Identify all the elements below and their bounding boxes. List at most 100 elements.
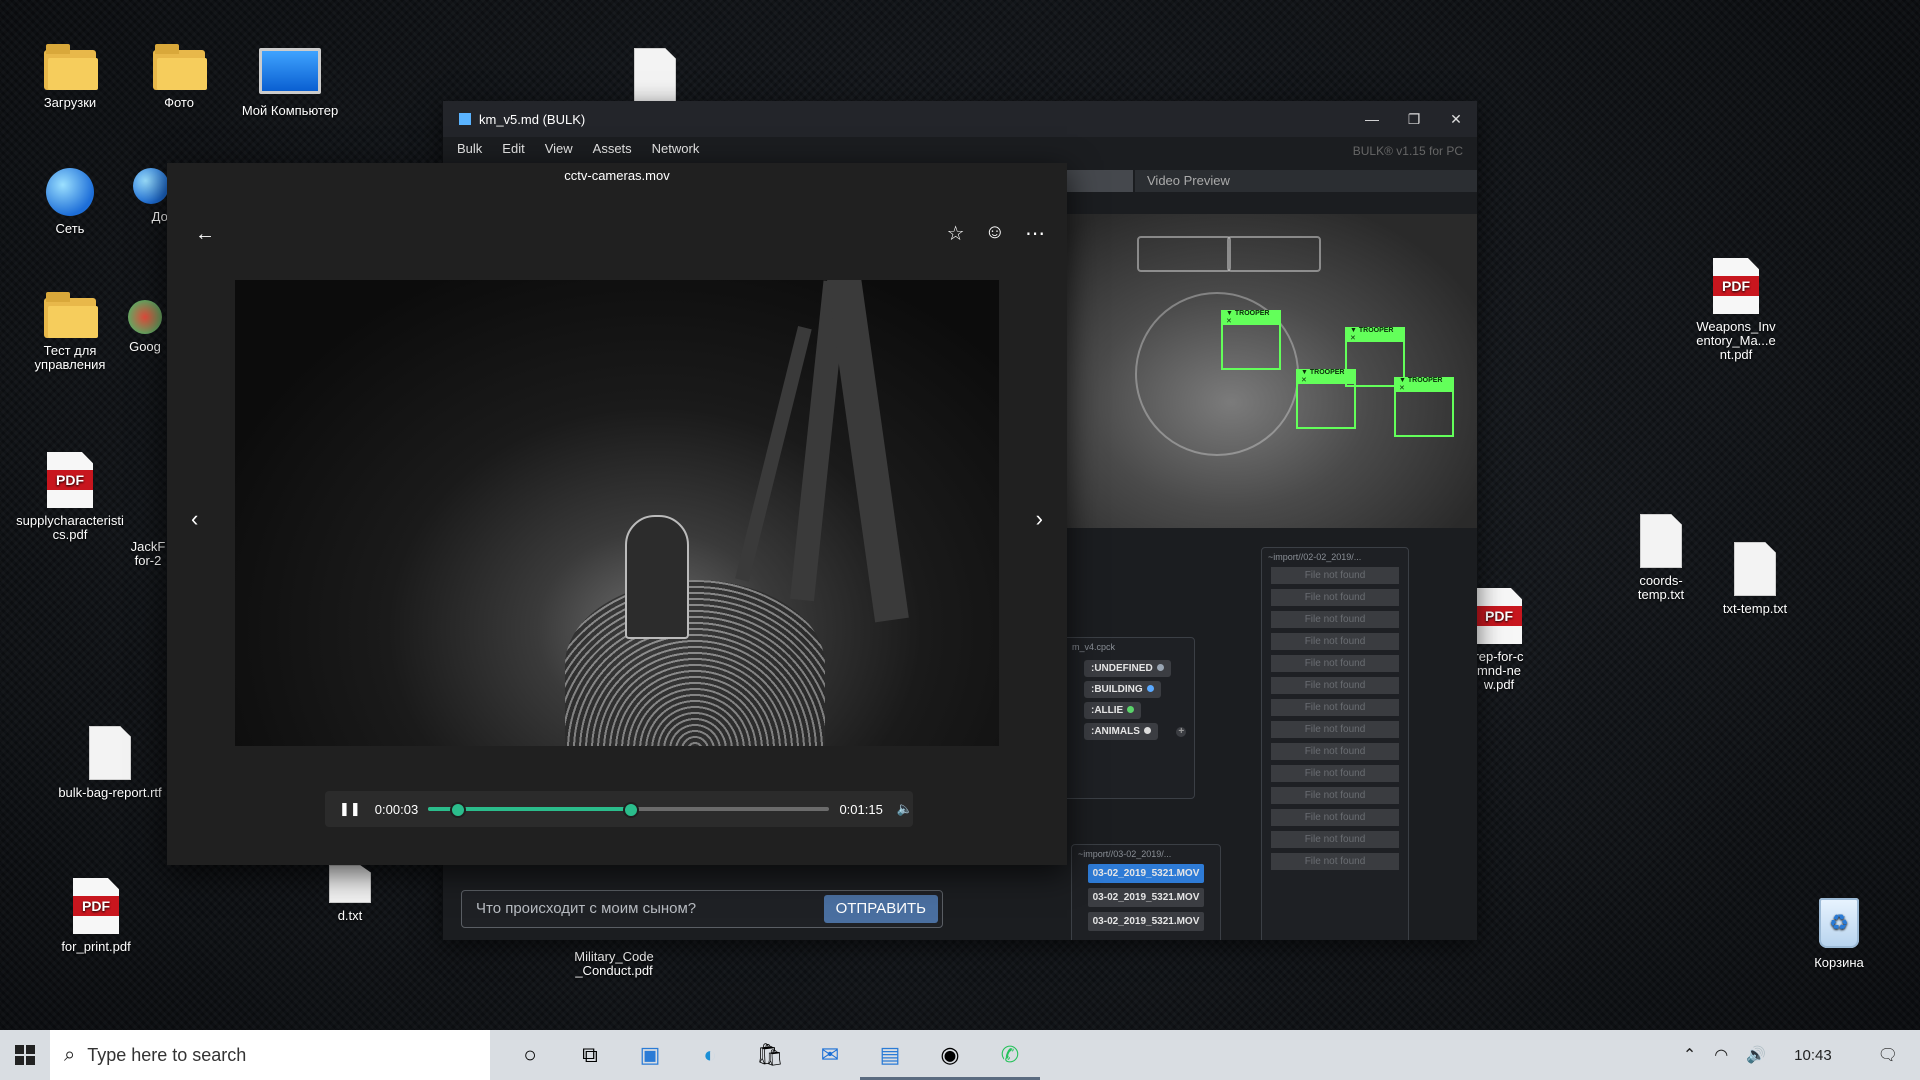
menu-edit[interactable]: Edit bbox=[502, 141, 524, 156]
send-button[interactable]: ОТПРАВИТЬ bbox=[823, 895, 938, 923]
desktop-icon-documents[interactable]: Дон bbox=[115, 168, 175, 224]
downloads-folder-icon bbox=[44, 44, 98, 90]
missing-file-item: File not found bbox=[1271, 655, 1399, 672]
desktop-icon-military-code[interactable]: Military_Code_Conduct.pdf bbox=[559, 950, 669, 978]
desktop-icon-d-txt[interactable]: d.txt bbox=[295, 865, 405, 923]
seek-bar[interactable] bbox=[428, 802, 830, 818]
menu-assets[interactable]: Assets bbox=[593, 141, 632, 156]
import-node-mov[interactable]: ~import//03-02_2019/... 03-02_2019_5321.… bbox=[1071, 844, 1221, 940]
store-icon[interactable]: 🛍 bbox=[740, 1030, 800, 1080]
desktop-icon-for-print[interactable]: PDF for_print.pdf bbox=[41, 878, 151, 954]
import-node-missing[interactable]: ~import//02-02_2019/... File not found F… bbox=[1261, 547, 1409, 940]
mail-icon[interactable]: ✉ bbox=[800, 1030, 860, 1080]
whatsapp-icon[interactable]: ✆ bbox=[980, 1030, 1040, 1080]
minimize-icon[interactable]: — bbox=[1351, 111, 1393, 128]
detection-box: ▼ TROOPER ✕ bbox=[1394, 377, 1454, 437]
txt-file-icon bbox=[329, 865, 371, 903]
pdf-file-icon: PDF bbox=[1713, 258, 1759, 314]
viewer-title: cctv-cameras.mov bbox=[564, 168, 670, 183]
menu-bulk[interactable]: Bulk bbox=[457, 141, 482, 156]
add-tag-icon[interactable]: + bbox=[1176, 727, 1187, 737]
desktop-icon-txt-temp[interactable]: txt-temp.txt bbox=[1700, 542, 1810, 616]
more-options-icon[interactable]: ⋯ bbox=[1025, 221, 1045, 246]
bulk-app-icon bbox=[459, 113, 471, 125]
volume-tray-icon[interactable]: 🔊 bbox=[1746, 1045, 1766, 1065]
desktop-icon-bulk-bag-report[interactable]: bulk-bag-report.rtf bbox=[55, 726, 165, 800]
emoji-icon[interactable]: ☺ bbox=[985, 221, 1005, 246]
tag-undefined[interactable]: :UNDEFINED bbox=[1084, 660, 1171, 677]
back-arrow-icon[interactable]: ← bbox=[195, 223, 215, 246]
desktop-icon-photos[interactable]: Фото bbox=[124, 44, 234, 110]
tag-animals[interactable]: :ANIMALS bbox=[1084, 723, 1158, 740]
detection-box: ▼ TROOPER ✕ bbox=[1221, 310, 1281, 370]
missing-file-item: File not found bbox=[1271, 611, 1399, 628]
desktop-icon-recycle-bin[interactable]: ♻ Корзина bbox=[1784, 898, 1894, 970]
thermal-video-preview: ▼ TROOPER ✕ ▼ TROOPER ✕ ▼ TROOPER ✕ ▼ TR… bbox=[1067, 214, 1477, 528]
notifications-icon[interactable]: 🗨 bbox=[1878, 1045, 1898, 1065]
pdf-file-icon: PDF bbox=[1476, 588, 1522, 644]
chrome-icon[interactable]: ◉ bbox=[920, 1030, 980, 1080]
seek-marker[interactable] bbox=[622, 802, 639, 818]
favorite-star-icon[interactable]: ☆ bbox=[947, 221, 965, 246]
mov-item[interactable]: 03-02_2019_5321.MOV bbox=[1088, 888, 1204, 907]
missing-file-item: File not found bbox=[1271, 589, 1399, 606]
taskbar: ⌕ Type here to search ○ ⧉ ▣ ◐ 🛍 ✉ ▤ ◉ ✆ … bbox=[0, 1030, 1920, 1080]
desktop-icon-my-computer[interactable]: Мой Компьютер bbox=[235, 48, 345, 118]
hud-panel bbox=[1227, 236, 1321, 272]
recycle-bin-icon: ♻ bbox=[1819, 898, 1859, 948]
pause-icon[interactable]: ❚❚ bbox=[339, 801, 361, 817]
clock[interactable]: 10:43 bbox=[1794, 1047, 1832, 1064]
chat-placeholder: Что происходит с моим сыном? bbox=[476, 900, 697, 917]
next-arrow-icon[interactable]: › bbox=[1036, 506, 1043, 532]
tree-trunk bbox=[825, 280, 909, 623]
rtf-file-icon bbox=[89, 726, 131, 780]
desktop-icon-supplycharacteristics[interactable]: PDF supplycharacteristics.pdf bbox=[15, 452, 125, 542]
mov-item[interactable]: 03-02_2019_5321.MOV bbox=[1088, 912, 1204, 931]
detection-box: ▼ TROOPER ✕ bbox=[1296, 369, 1356, 429]
missing-file-item: File not found bbox=[1271, 809, 1399, 826]
desktop-icon-downloads[interactable]: Загрузки bbox=[15, 44, 125, 110]
search-icon: ⌕ bbox=[64, 1043, 76, 1066]
playback-controls: ❚❚ 0:00:03 0:01:15 🔈 bbox=[325, 791, 913, 827]
missing-file-item: File not found bbox=[1271, 721, 1399, 738]
video-frame[interactable] bbox=[235, 280, 999, 746]
chat-input[interactable]: Что происходит с моим сыном? ОТПРАВИТЬ bbox=[461, 890, 943, 928]
txt-file-icon bbox=[1734, 542, 1776, 596]
task-view-icon[interactable]: ⧉ bbox=[560, 1030, 620, 1080]
volume-icon[interactable]: 🔈 bbox=[897, 801, 913, 817]
tab-video-preview[interactable]: Video Preview bbox=[1135, 170, 1477, 192]
tray-chevron-icon[interactable]: ⌃ bbox=[1683, 1045, 1696, 1065]
desktop-icon-test-folder[interactable]: Тест для управления bbox=[15, 292, 125, 372]
duration: 0:01:15 bbox=[839, 801, 883, 817]
tag-allie[interactable]: :ALLIE bbox=[1084, 702, 1142, 719]
photos-app-icon[interactable]: ▤ bbox=[860, 1030, 920, 1080]
tag-building[interactable]: :BUILDING bbox=[1084, 681, 1161, 698]
search-placeholder: Type here to search bbox=[87, 1044, 247, 1065]
restore-icon[interactable]: ❐ bbox=[1393, 111, 1435, 128]
missing-file-item: File not found bbox=[1271, 677, 1399, 694]
missing-file-item: File not found bbox=[1271, 567, 1399, 584]
taskbar-search[interactable]: ⌕ Type here to search bbox=[50, 1030, 490, 1080]
missing-file-item: File not found bbox=[1271, 831, 1399, 848]
cortana-icon[interactable]: ○ bbox=[500, 1030, 560, 1080]
seek-handle[interactable] bbox=[450, 802, 467, 818]
network-icon[interactable]: ◠ bbox=[1714, 1045, 1728, 1065]
bulk-window-title: km_v5.md (BULK) bbox=[479, 111, 586, 127]
pdf-file-icon: PDF bbox=[47, 452, 93, 508]
close-icon[interactable]: ✕ bbox=[1435, 111, 1477, 128]
desktop-icon-weapons-inventory[interactable]: PDF Weapons_Inventory_Ma...ent.pdf bbox=[1681, 258, 1791, 362]
previous-arrow-icon[interactable]: ‹ bbox=[191, 506, 198, 532]
pc-app-icon[interactable]: ▣ bbox=[620, 1030, 680, 1080]
chrome-shortcut-icon bbox=[128, 300, 162, 334]
desktop-icon-google[interactable]: Goog bbox=[120, 300, 170, 354]
mov-item-selected[interactable]: 03-02_2019_5321.MOV bbox=[1088, 864, 1204, 883]
menu-view[interactable]: View bbox=[545, 141, 573, 156]
desktop-icon-jackf[interactable]: JackF for-2 bbox=[128, 540, 168, 568]
desktop-icon-hidden-file[interactable] bbox=[625, 48, 685, 108]
desktop-icon-network[interactable]: Сеть bbox=[15, 168, 125, 236]
menu-network[interactable]: Network bbox=[652, 141, 700, 156]
undergrowth bbox=[565, 580, 825, 746]
bulk-titlebar[interactable]: km_v5.md (BULK) — ❐ ✕ bbox=[443, 101, 1477, 137]
edge-browser-icon[interactable]: ◐ bbox=[680, 1030, 740, 1080]
windows-start-icon[interactable] bbox=[0, 1030, 50, 1080]
